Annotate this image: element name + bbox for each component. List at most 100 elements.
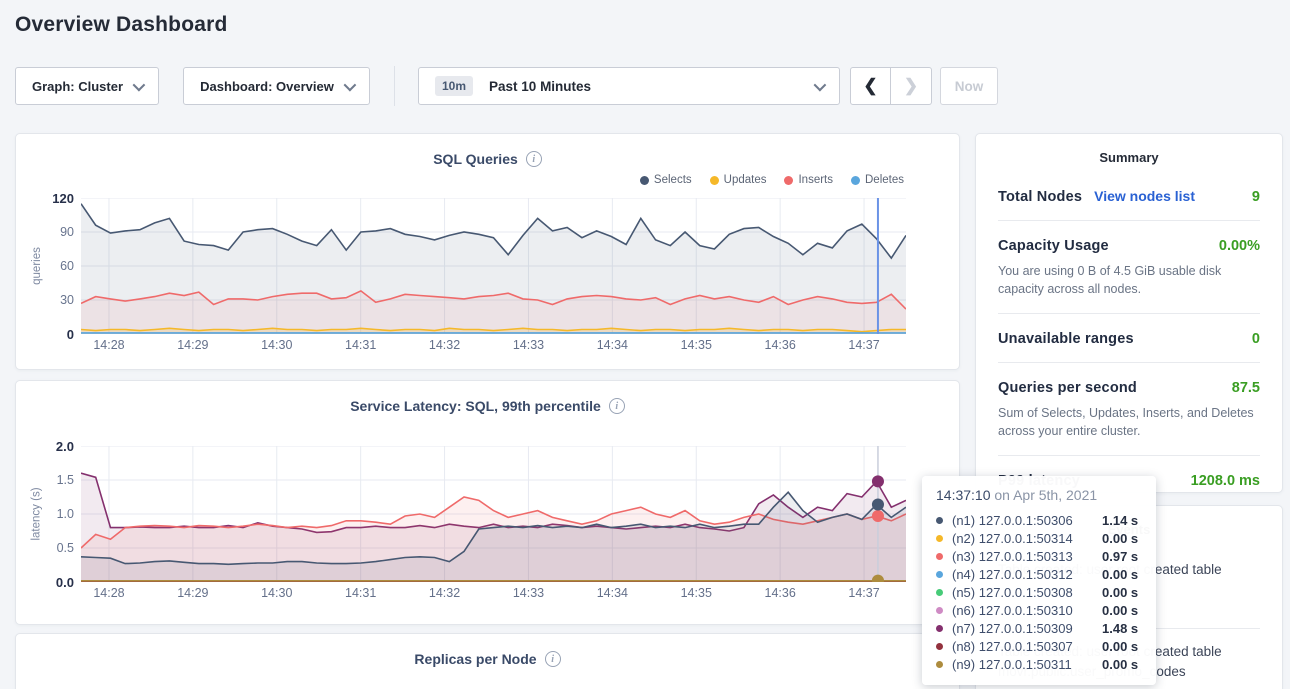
legend-dot-icon — [710, 176, 719, 185]
tooltip-node-value: 0.00 s — [1102, 585, 1138, 600]
tooltip-node-label: (n9) 127.0.0.1:50311 — [952, 657, 1102, 672]
node-dot-icon — [936, 589, 943, 596]
info-icon[interactable]: i — [526, 151, 542, 167]
summary-label: Total Nodes — [998, 189, 1082, 205]
summary-value: 0.00% — [1219, 238, 1260, 254]
view-nodes-list-link[interactable]: View nodes list — [1094, 188, 1195, 204]
x-tick-label: 14:29 — [177, 586, 208, 600]
time-now-button[interactable]: Now — [940, 67, 998, 105]
tooltip-row: (n5) 127.0.0.1:503080.00 s — [936, 583, 1142, 601]
tooltip-node-value: 1.48 s — [1102, 621, 1138, 636]
summary-value: 9 — [1252, 189, 1260, 205]
node-dot-icon — [936, 571, 943, 578]
summary-description: You are using 0 B of 4.5 GiB usable disk… — [998, 262, 1260, 298]
time-prev-button[interactable]: ❮ — [850, 67, 891, 105]
x-tick-label: 14:31 — [345, 586, 376, 600]
y-axis: 2.01.51.00.50.0 — [16, 446, 74, 582]
sql-queries-title-text: SQL Queries — [433, 151, 518, 167]
y-tick-label: 0.0 — [16, 575, 74, 590]
node-dot-icon — [936, 607, 943, 614]
x-tick-label: 14:32 — [429, 338, 460, 352]
tooltip-node-value: 0.00 s — [1102, 603, 1138, 618]
summary-label: Unavailable ranges — [998, 331, 1134, 347]
tooltip-timestamp: 14:37:10 on Apr 5th, 2021 — [936, 487, 1142, 503]
summary-value: 1208.0 ms — [1191, 473, 1260, 489]
x-tick-label: 14:34 — [597, 586, 628, 600]
x-tick-label: 14:36 — [765, 586, 796, 600]
graph-dropdown[interactable]: Graph: Cluster — [15, 67, 159, 105]
legend-label: Inserts — [798, 174, 833, 186]
tooltip-rows: (n1) 127.0.0.1:503061.14 s(n2) 127.0.0.1… — [936, 511, 1142, 673]
node-dot-icon — [936, 553, 943, 560]
chart-hover-tooltip: 14:37:10 on Apr 5th, 2021 (n1) 127.0.0.1… — [922, 476, 1156, 685]
dashboard-dropdown[interactable]: Dashboard: Overview — [183, 67, 370, 105]
summary-value: 0 — [1252, 331, 1260, 347]
x-tick-label: 14:31 — [345, 338, 376, 352]
y-tick-label: 30 — [16, 293, 74, 307]
sql-queries-legend: Selects Updates Inserts Deletes — [640, 174, 904, 186]
tooltip-node-label: (n3) 127.0.0.1:50313 — [952, 549, 1102, 564]
time-range-selector[interactable]: 10m Past 10 Minutes — [418, 67, 840, 105]
node-dot-icon — [936, 643, 943, 650]
summary-rows: Total Nodes View nodes list 9 Capacity Usag… — [976, 165, 1282, 504]
chevron-down-icon — [343, 78, 356, 91]
service-latency-card: Service Latency: SQL, 99th percentilei l… — [15, 380, 960, 625]
legend-label: Deletes — [865, 174, 904, 186]
info-icon[interactable]: i — [609, 398, 625, 414]
toolbar-divider — [394, 66, 395, 106]
tooltip-row: (n2) 127.0.0.1:503140.00 s — [936, 529, 1142, 547]
info-icon[interactable]: i — [545, 651, 561, 667]
tooltip-node-label: (n7) 127.0.0.1:50309 — [952, 621, 1102, 636]
tooltip-row: (n3) 127.0.0.1:503130.97 s — [936, 547, 1142, 565]
legend-dot-icon — [784, 176, 793, 185]
x-axis: 14:2814:2914:3014:3114:3214:3314:3414:35… — [81, 586, 906, 602]
chevron-down-icon — [814, 78, 827, 91]
x-tick-label: 14:37 — [848, 586, 879, 600]
tooltip-node-value: 0.00 s — [1102, 657, 1138, 672]
sql-queries-card: SQL Queries i Selects Updates Inserts Delete… — [15, 133, 960, 370]
y-tick-label: 60 — [16, 259, 74, 273]
tooltip-node-value: 0.00 s — [1102, 567, 1138, 582]
y-tick-label: 1.0 — [16, 507, 74, 521]
chevron-down-icon — [133, 78, 146, 91]
legend-item-deletes[interactable]: Deletes — [851, 174, 904, 186]
time-next-button[interactable]: ❯ — [891, 67, 932, 105]
summary-description: Sum of Selects, Updates, Inserts, and De… — [998, 404, 1260, 440]
x-tick-label: 14:33 — [513, 338, 544, 352]
dashboard-dropdown-label: Dashboard: Overview — [200, 79, 334, 94]
y-tick-label: 2.0 — [16, 439, 74, 454]
tooltip-row: (n8) 127.0.0.1:503070.00 s — [936, 637, 1142, 655]
summary-panel: Summary Total NodesView nodes list9Capac… — [975, 133, 1283, 493]
y-tick-label: 0.5 — [16, 541, 74, 555]
legend-item-updates[interactable]: Updates — [710, 174, 767, 186]
x-tick-label: 14:35 — [681, 338, 712, 352]
y-tick-label: 120 — [16, 191, 74, 206]
x-tick-label: 14:32 — [429, 586, 460, 600]
summary-value: 87.5 — [1232, 380, 1260, 396]
page-title: Overview Dashboard — [15, 13, 228, 37]
tooltip-node-value: 1.14 s — [1102, 513, 1138, 528]
tooltip-node-value: 0.00 s — [1102, 531, 1138, 546]
tooltip-node-value: 0.97 s — [1102, 549, 1138, 564]
legend-item-inserts[interactable]: Inserts — [784, 174, 833, 186]
tooltip-node-label: (n4) 127.0.0.1:50312 — [952, 567, 1102, 582]
node-dot-icon — [936, 535, 943, 542]
time-range-label: Past 10 Minutes — [489, 79, 814, 94]
sql-queries-plot[interactable] — [81, 198, 906, 334]
legend-item-selects[interactable]: Selects — [640, 174, 692, 186]
tooltip-row: (n1) 127.0.0.1:503061.14 s — [936, 511, 1142, 529]
x-axis: 14:2814:2914:3014:3114:3214:3314:3414:35… — [81, 338, 906, 354]
summary-row: Capacity Usage0.00%You are using 0 B of … — [998, 221, 1260, 314]
service-latency-plot[interactable] — [81, 446, 906, 582]
replicas-per-node-title: Replicas per Node i — [16, 651, 959, 667]
x-tick-label: 14:30 — [261, 338, 292, 352]
replicas-per-node-card: Replicas per Node i — [15, 633, 960, 689]
tooltip-node-value: 0.00 s — [1102, 639, 1138, 654]
tooltip-node-label: (n5) 127.0.0.1:50308 — [952, 585, 1102, 600]
replicas-per-node-title-text: Replicas per Node — [414, 651, 536, 667]
tooltip-row: (n6) 127.0.0.1:503100.00 s — [936, 601, 1142, 619]
y-tick-label: 90 — [16, 225, 74, 239]
tooltip-row: (n9) 127.0.0.1:503110.00 s — [936, 655, 1142, 673]
legend-label: Selects — [654, 174, 692, 186]
tooltip-node-label: (n2) 127.0.0.1:50314 — [952, 531, 1102, 546]
